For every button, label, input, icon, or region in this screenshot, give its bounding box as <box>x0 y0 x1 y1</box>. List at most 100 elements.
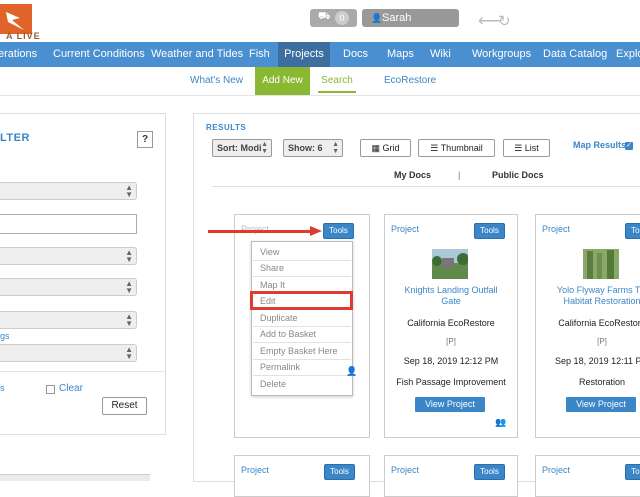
show-select[interactable]: Show: 6 ▲ ▼ <box>283 139 343 157</box>
thumbnail-icon: ☰ <box>430 143 439 153</box>
filter-link-options[interactable]: s <box>0 383 5 393</box>
result-card: Project Tools <box>535 455 640 497</box>
menu-item-share[interactable]: Share <box>260 263 284 273</box>
tools-button[interactable]: Tools <box>474 223 505 239</box>
menu-item-view[interactable]: View <box>260 247 279 257</box>
card-organization: California EcoRestore <box>558 318 640 328</box>
result-card: Project Tools <box>234 455 370 497</box>
tabs-divider <box>212 186 640 187</box>
nav-item-explore[interactable]: Explor <box>616 42 640 67</box>
clear-checkbox[interactable] <box>46 385 55 394</box>
nav-item-projects[interactable]: Projects <box>278 42 330 67</box>
subnav-ecorestore[interactable]: EcoRestore <box>384 67 436 95</box>
menu-divider <box>253 375 351 376</box>
tools-button[interactable]: Tools <box>625 223 640 239</box>
project-thumbnail[interactable] <box>432 249 468 279</box>
menu-divider <box>253 276 351 277</box>
nav-item-data-catalog[interactable]: Data Catalog <box>543 42 607 67</box>
view-project-button[interactable]: View Project <box>415 397 485 412</box>
result-card: Project Tools Yolo Flyway Farms Tid Habi… <box>535 214 640 438</box>
filter-select-5[interactable]: ▲ ▼ <box>0 344 137 362</box>
filter-link-tags[interactable]: gs <box>0 331 10 341</box>
card-title-line1: Yolo Flyway Farms Tid <box>556 285 640 295</box>
menu-divider <box>253 326 351 327</box>
result-card: Project Tools Knights Landing Outfall Ga… <box>384 214 518 438</box>
nav-item-fish[interactable]: Fish <box>249 42 270 67</box>
help-button[interactable]: ? <box>137 131 153 148</box>
card-type: Project <box>241 465 270 475</box>
select-arrows-icon: ▲ ▼ <box>125 248 133 264</box>
grid-icon: ▦ <box>371 143 380 153</box>
tools-button[interactable]: Tools <box>323 223 354 239</box>
list-icon: ☰ <box>514 143 523 153</box>
filter-select-1[interactable]: ▲ ▼ <box>0 182 137 200</box>
menu-item-map-it[interactable]: Map It <box>260 280 285 290</box>
nav-item-docs[interactable]: Docs <box>343 42 368 67</box>
grid-view-button[interactable]: ▦ Grid <box>360 139 411 157</box>
logo[interactable] <box>0 4 32 34</box>
list-label: List <box>524 143 539 153</box>
menu-item-delete[interactable]: Delete <box>260 379 286 389</box>
results-title: RESULTS <box>206 123 247 132</box>
card-type: Project <box>391 224 420 234</box>
result-card: Project Tools <box>384 455 518 497</box>
main-nav: erations Current Conditions Weather and … <box>0 42 640 67</box>
subnav-add-new[interactable]: Add New <box>255 67 310 95</box>
tools-dropdown-menu: View Share Map It Edit Duplicate Add to … <box>251 241 353 396</box>
card-date: Sep 18, 2019 12:11 PM <box>555 356 640 366</box>
card-title[interactable]: Knights Landing Outfall Gate <box>385 285 517 307</box>
refresh-icon[interactable]: ↻ <box>498 14 511 30</box>
nav-item-weather-tides[interactable]: Weather and Tides <box>151 42 243 67</box>
filter-select-2[interactable]: ▲ ▼ <box>0 247 137 265</box>
card-date: Sep 18, 2019 12:12 PM <box>403 356 499 366</box>
menu-item-duplicate[interactable]: Duplicate <box>260 313 298 323</box>
subnav-whats-new[interactable]: What's New <box>190 67 243 95</box>
nav-item-workgroups[interactable]: Workgroups <box>472 42 531 67</box>
card-category: Restoration <box>578 377 626 387</box>
filter-divider <box>0 371 165 372</box>
user-menu-button[interactable]: 👤 Sarah Dolislager <box>362 9 459 42</box>
tab-separator: | <box>458 170 461 180</box>
logo-text: A LIVE <box>6 31 41 41</box>
nav-item-wiki[interactable]: Wiki <box>430 42 451 67</box>
project-thumbnail[interactable] <box>583 249 619 279</box>
menu-item-empty-basket[interactable]: Empty Basket Here <box>260 346 338 356</box>
basket-count-badge: 0 <box>335 11 349 25</box>
card-organization: California EcoRestore <box>407 318 495 328</box>
bird-logo-icon <box>6 12 24 30</box>
subnav-search[interactable]: Search <box>318 67 356 93</box>
filter-text-input[interactable] <box>0 214 137 234</box>
select-arrows-icon: ▲ ▼ <box>125 345 133 361</box>
tab-my-docs[interactable]: My Docs <box>394 170 431 180</box>
tools-button[interactable]: Tools <box>625 464 640 480</box>
people-icon: 👥 <box>495 417 507 427</box>
select-arrows-icon: ▲ ▼ <box>125 312 133 328</box>
basket-button[interactable]: ⛟ 0 <box>310 9 357 27</box>
menu-divider <box>253 359 351 360</box>
tools-button[interactable]: Tools <box>324 464 355 480</box>
menu-divider <box>253 260 351 261</box>
view-project-button[interactable]: View Project <box>566 397 636 412</box>
clear-label[interactable]: Clear <box>59 383 83 394</box>
reset-button[interactable]: Reset <box>102 397 147 415</box>
grid-label: Grid <box>382 143 400 153</box>
tab-public-docs[interactable]: Public Docs <box>492 170 544 180</box>
thumbnail-view-button[interactable]: ☰ Thumbnail <box>418 139 495 157</box>
map-results-checkbox[interactable]: ✓ <box>625 142 633 150</box>
nav-item-maps[interactable]: Maps <box>387 42 414 67</box>
app-header: A LIVE ⛟ 0 👤 Sarah Dolislager ⟵ ↻ <box>0 0 640 42</box>
map-results-label: Map Results <box>573 140 627 150</box>
menu-item-add-to-basket[interactable]: Add to Basket <box>260 329 316 339</box>
card-title-line2: Gate <box>441 296 461 306</box>
tools-button[interactable]: Tools <box>474 464 505 480</box>
user-icon: 👤 <box>371 13 383 23</box>
show-label: Show: 6 <box>288 143 323 153</box>
sort-select[interactable]: Sort: Modi ▲ ▼ <box>212 139 272 157</box>
nav-item-operations[interactable]: erations <box>0 42 37 67</box>
list-view-button[interactable]: ☰ List <box>503 139 550 157</box>
filter-select-4[interactable]: ▲ ▼ <box>0 311 137 329</box>
filter-select-3[interactable]: ▲ ▼ <box>0 278 137 296</box>
nav-item-current-conditions[interactable]: Current Conditions <box>53 42 145 67</box>
menu-item-permalink[interactable]: Permalink <box>260 362 300 372</box>
card-title[interactable]: Yolo Flyway Farms Tid Habitat Restoratio… <box>536 285 640 307</box>
